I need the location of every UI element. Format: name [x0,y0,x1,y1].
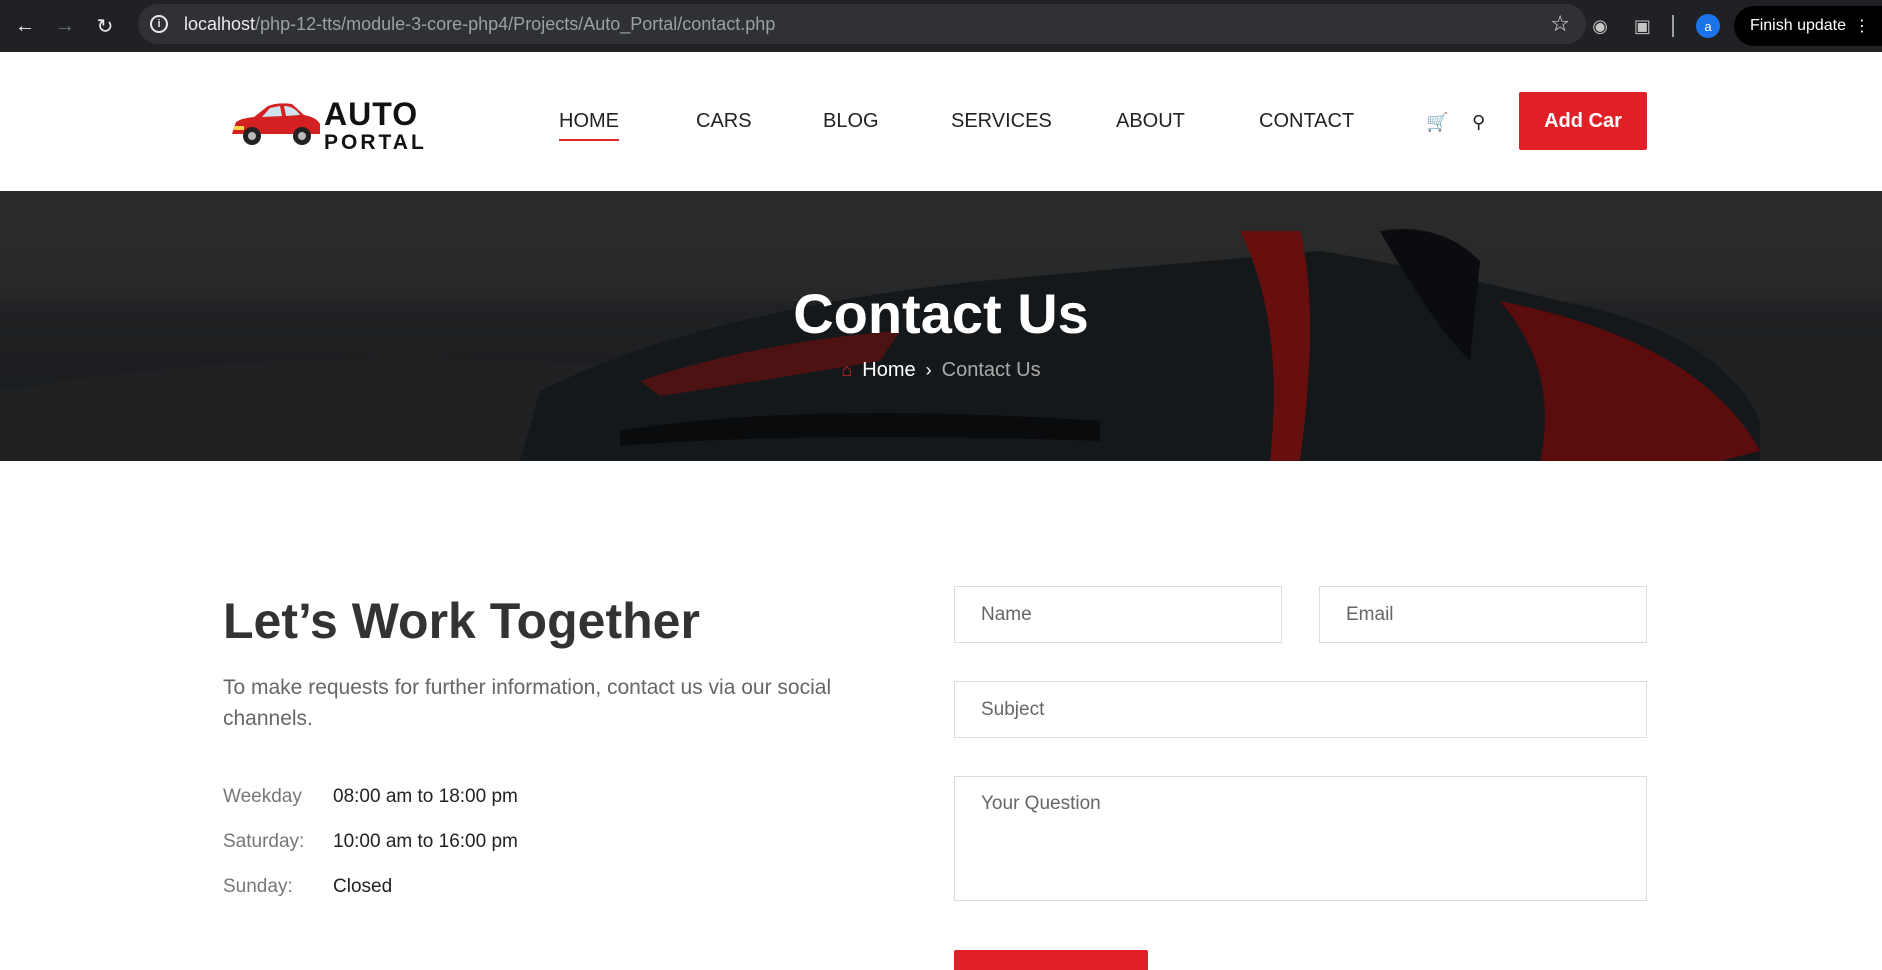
cart-icon[interactable]: 🛒 [1426,112,1448,133]
breadcrumb: ⌂ Home › Contact Us [0,359,1882,382]
name-field[interactable]: Name [954,586,1282,643]
url-text[interactable]: localhost/php-12-tts/module-3-core-php4/… [184,14,775,35]
address-bar[interactable]: i localhost/php-12-tts/module-3-core-php… [138,4,1586,44]
hours-time: 08:00 am to 18:00 pm [333,786,518,807]
logo-line-portal: PORTAL [324,131,427,154]
subject-field[interactable]: Subject [954,681,1647,738]
nav-cars[interactable]: CARS [696,110,752,133]
browser-toolbar: ← → ↻ i localhost/php-12-tts/module-3-co… [0,0,1882,52]
hours-day: Weekday [223,786,302,807]
hours-day: Saturday: [223,831,305,852]
hours-time: 10:00 am to 16:00 pm [333,831,518,852]
submit-button[interactable] [954,950,1148,970]
nav-about[interactable]: ABOUT [1116,110,1185,133]
finish-update-label: Finish update [1749,17,1846,34]
section-heading: Let’s Work Together [223,593,700,649]
site-info-icon[interactable]: i [150,15,168,33]
nav-contact[interactable]: CONTACT [1259,110,1354,133]
url-path: /php-12-tts/module-3-core-php4/Projects/… [255,13,776,34]
chevron-right-icon: › [925,360,932,380]
back-arrow-icon[interactable]: ← [10,11,40,41]
car-logo-icon [232,103,320,145]
email-field[interactable]: Email [1319,586,1647,643]
site-logo[interactable]: AUTO PORTAL [228,96,428,153]
section-intro: To make requests for further information… [223,676,832,730]
hours-time: Closed [333,876,393,897]
nav-services[interactable]: SERVICES [951,110,1052,133]
finish-update-button[interactable]: Finish update ⋮ [1733,6,1882,46]
camera-icon[interactable]: ◉ [1592,16,1608,37]
bookmark-star-icon[interactable]: ☆ [1550,11,1570,37]
browser-actions: ◉ ▣ a Finish update ⋮ [1579,0,1882,52]
breadcrumb-home-link[interactable]: Home [862,359,915,382]
url-host: localhost [184,13,256,34]
nav-blog[interactable]: BLOG [823,110,879,133]
search-icon[interactable]: ⚲ [1472,112,1485,133]
hours-day: Sunday: [223,876,293,897]
question-textarea[interactable]: Your Question [954,776,1647,901]
site-header: AUTO PORTAL HOME CARS BLOG SERVICES ABOU… [0,52,1882,191]
forward-arrow-icon[interactable]: → [50,11,80,41]
home-icon: ⌂ [841,360,853,380]
profile-avatar[interactable]: a [1695,14,1720,38]
add-car-button[interactable]: Add Car [1519,92,1647,150]
hero-banner: Contact Us ⌂ Home › Contact Us [0,191,1882,461]
nav-home[interactable]: HOME [559,110,619,141]
reload-icon[interactable]: ↻ [90,11,120,41]
page-title: Contact Us [793,282,1089,345]
logo-text: AUTO PORTAL [324,98,427,153]
breadcrumb-current: Contact Us [941,359,1041,381]
logo-line-auto: AUTO [324,96,419,132]
toolbar-divider [1671,15,1674,37]
extensions-puzzle-icon[interactable]: ▣ [1634,16,1651,37]
kebab-menu-icon: ⋮ [1854,18,1870,35]
